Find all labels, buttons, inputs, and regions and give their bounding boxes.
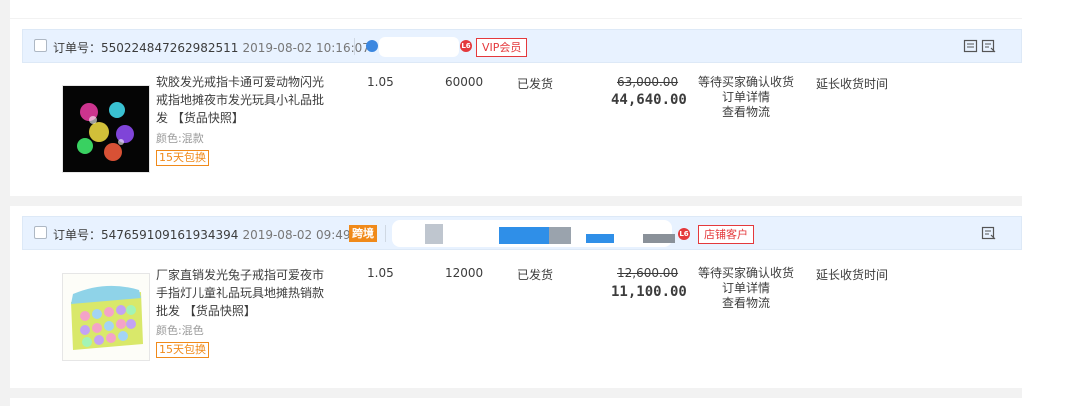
product-title[interactable]: 厂家直销发光兔子戒指可爱夜市手指灯儿童礼品玩具地摊热销款批发 【货品快照】 xyxy=(156,266,326,320)
order-number: 订单号：547659109161934394 xyxy=(53,228,239,242)
next-order-card xyxy=(10,398,1022,406)
redacted-block xyxy=(643,234,675,243)
order-number: 订单号：550224847262982511 xyxy=(53,41,239,55)
product-title[interactable]: 软胶发光戒指卡通可爱动物闪光戒指地摊夜市发光玩具小礼品批发 【货品快照】 xyxy=(156,73,326,127)
ship-status: 已发货 xyxy=(517,268,554,282)
divider xyxy=(385,225,386,242)
quantity: 12000 xyxy=(445,266,484,280)
buyer-rank-icon: L6 xyxy=(460,40,472,52)
final-total: 44,640.00 xyxy=(611,92,687,108)
order-status-stack: 等待买家确认收货 订单详情 查看物流 xyxy=(694,266,798,311)
unit-price: 1.05 xyxy=(367,266,394,280)
view-logistics-link[interactable]: 查看物流 xyxy=(694,296,798,311)
product-image[interactable] xyxy=(62,273,150,361)
redacted-block xyxy=(549,227,571,244)
flag-icon[interactable] xyxy=(981,225,997,244)
order-status-stack: 等待买家确认收货 订单详情 查看物流 xyxy=(694,75,798,120)
product-color: 颜色:混色 xyxy=(156,324,204,337)
return-policy-tag: 15天包换 xyxy=(156,342,209,358)
order-status: 等待买家确认收货 xyxy=(697,75,794,89)
extend-receipt-link[interactable]: 延长收货时间 xyxy=(816,266,888,283)
shop-customer-badge: 店铺客户 xyxy=(698,225,754,244)
return-policy-tag: 15天包换 xyxy=(156,150,209,166)
final-total: 11,100.00 xyxy=(611,284,687,300)
right-gutter xyxy=(1022,0,1080,406)
vip-badge: VIP会员 xyxy=(476,38,528,57)
redacted-block xyxy=(499,227,551,244)
view-logistics-link[interactable]: 查看物流 xyxy=(694,105,798,120)
cross-border-badge: 跨境 xyxy=(349,225,377,242)
product-image[interactable] xyxy=(62,85,150,173)
order-time: 2019-08-02 10:16:07 xyxy=(242,41,370,55)
order-number-line: 订单号：550224847262982511 2019-08-02 10:16:0… xyxy=(53,39,370,56)
ship-status: 已发货 xyxy=(517,77,554,91)
unit-price: 1.05 xyxy=(367,75,394,89)
buyer-level-icon xyxy=(366,40,378,52)
list-header-strip xyxy=(10,0,1022,18)
order-number-line: 订单号：547659109161934394 2019-08-02 09:49:3… xyxy=(53,226,370,243)
redacted-block xyxy=(586,234,614,243)
order-status: 等待买家确认收货 xyxy=(697,266,794,280)
product-color: 颜色:混款 xyxy=(156,132,204,145)
extend-receipt-link[interactable]: 延长收货时间 xyxy=(816,75,888,92)
redacted-buyer-name xyxy=(379,37,459,57)
order-checkbox[interactable] xyxy=(34,39,47,52)
original-total: 12,600.00 xyxy=(617,266,679,280)
note-icon[interactable] xyxy=(963,38,979,57)
order-detail-link[interactable]: 订单详情 xyxy=(694,281,798,296)
order-detail-link[interactable]: 订单详情 xyxy=(694,90,798,105)
order-card: 订单号：550224847262982511 2019-08-02 10:16:0… xyxy=(10,19,1022,196)
quantity: 60000 xyxy=(445,75,484,89)
original-total: 63,000.00 xyxy=(617,75,679,89)
order-checkbox[interactable] xyxy=(34,226,47,239)
redacted-block xyxy=(425,224,443,244)
divider xyxy=(354,38,355,55)
order-header: 订单号：547659109161934394 2019-08-02 09:49:3… xyxy=(22,216,1022,250)
flag-icon[interactable] xyxy=(981,38,997,57)
buyer-rank-icon: L6 xyxy=(678,228,690,240)
order-card: 订单号：547659109161934394 2019-08-02 09:49:3… xyxy=(10,206,1022,388)
order-header: 订单号：550224847262982511 2019-08-02 10:16:0… xyxy=(22,29,1022,63)
